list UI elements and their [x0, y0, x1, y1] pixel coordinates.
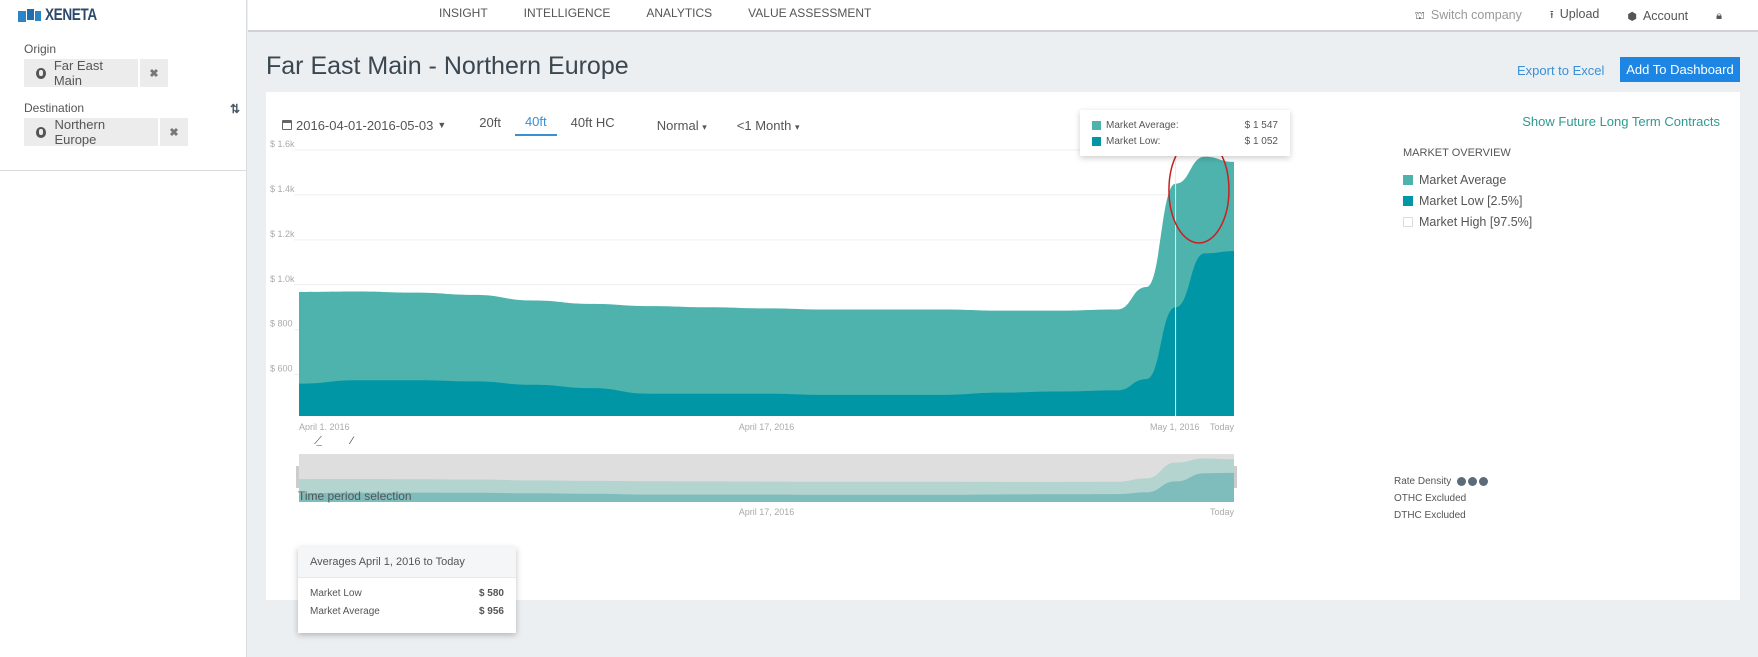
xeneta-logo-icon: [18, 8, 42, 23]
legend-item-low[interactable]: Market Low [2.5%]: [1403, 190, 1532, 211]
brand-logo[interactable]: XENETA: [18, 5, 110, 25]
averages-label: Market Average: [310, 605, 380, 617]
tooltip-value: $ 1 547: [1244, 119, 1278, 131]
tooltip-row-average: Market Average: $ 1 547: [1092, 117, 1278, 133]
origin-value: Far East Main: [53, 58, 103, 88]
nav-value-assessment[interactable]: VALUE ASSESSMENT: [748, 6, 871, 20]
switch-company-label: Switch company: [1430, 7, 1522, 22]
averages-box: Averages April 1, 2016 to Today Market L…: [298, 547, 516, 633]
switch-company-link[interactable]: ⛫ Switch company: [1415, 8, 1522, 24]
line-chart-icon: ⁄: [351, 435, 353, 447]
navigator-tick-label: Today: [1210, 507, 1235, 517]
low-swatch: [1092, 136, 1101, 146]
lock-button[interactable]: 🔒︎: [1716, 8, 1728, 23]
account-link[interactable]: ⬢ Account: [1627, 9, 1688, 23]
export-to-excel-link[interactable]: Export to Excel: [1517, 63, 1604, 78]
legend-swatch: [1403, 195, 1413, 206]
origin-select[interactable]: Far East Main: [24, 58, 138, 88]
navigator-tick-label: April 17, 2016: [739, 507, 795, 517]
rate-density: Rate Density: [1394, 473, 1489, 490]
globe-icon: [36, 67, 46, 79]
navigator-handle-left: [296, 466, 299, 488]
y-tick-label: $ 600: [270, 364, 293, 374]
chart-side-info: Rate Density OTHC Excluded DTHC Excluded: [1394, 473, 1489, 524]
tooltip-label: Market Average:: [1106, 119, 1179, 131]
nav-insight[interactable]: INSIGHT: [439, 6, 488, 20]
destination-value: Northern Europe: [54, 117, 106, 147]
y-tick-label: $ 1.6k: [270, 139, 295, 149]
time-period-label: Time period selection: [298, 489, 412, 503]
x-tick-label: April 17, 2016: [739, 422, 795, 432]
dthc-status: DTHC Excluded: [1394, 510, 1466, 521]
origin-label: Origin: [24, 42, 57, 56]
destination-chip: Northern Europe ✖: [24, 117, 188, 147]
navigator-handle-right: [1234, 466, 1237, 488]
main-nav: INSIGHT INTELLIGENCE ANALYTICS VALUE ASS…: [439, 6, 871, 20]
averages-label: Market Low: [310, 587, 362, 599]
origin-chip: Far East Main ✖: [24, 58, 168, 88]
hover-tooltip: Market Average: $ 1 547 Market Low: $ 1 …: [1080, 110, 1290, 156]
averages-title: Averages April 1, 2016 to Today: [298, 547, 516, 578]
othc-status: OTHC Excluded: [1394, 493, 1467, 504]
chart-panel: 2016-04-01-2016-05-03 ▼ 20ft 40ft 40ft H…: [266, 92, 1740, 633]
average-swatch: [1092, 120, 1101, 130]
y-tick-label: $ 1.2k: [270, 229, 295, 239]
destination-select[interactable]: Northern Europe: [24, 117, 158, 147]
averages-value: $ 580: [478, 587, 504, 599]
y-tick-label: $ 800: [270, 319, 293, 329]
tooltip-label: Market Low:: [1106, 135, 1161, 147]
area-chart-icon: ⟋̲: [314, 434, 322, 447]
building-search-icon: ⛫: [1414, 9, 1425, 22]
sidebar-divider: [0, 170, 247, 171]
legend-label: Market High [97.5%]: [1419, 214, 1533, 229]
brand-name: XENETA: [45, 5, 97, 24]
upload-label: Upload: [1559, 7, 1600, 21]
globe-icon: [36, 126, 47, 138]
legend-swatch: [1403, 174, 1413, 185]
add-to-dashboard-button[interactable]: Add To Dashboard: [1620, 57, 1740, 82]
averages-row-average: Market Average $ 956: [298, 602, 516, 620]
tooltip-value: $ 1 052: [1244, 135, 1278, 147]
averages-value: $ 956: [478, 605, 504, 617]
legend-title: MARKET OVERVIEW: [1403, 147, 1511, 159]
legend-swatch: [1403, 216, 1413, 227]
upload-icon: ⭱: [1549, 9, 1554, 21]
sidebar: XENETA Origin Far East Main ✖ Destinatio…: [0, 0, 247, 657]
swap-icon[interactable]: ⇅: [230, 102, 240, 116]
legend-item-average[interactable]: Market Average: [1403, 169, 1532, 190]
legend-label: Market Low [2.5%]: [1419, 193, 1523, 208]
tooltip-row-low: Market Low: $ 1 052: [1092, 133, 1278, 149]
destination-label: Destination: [24, 101, 85, 115]
averages-row-low: Market Low $ 580: [298, 584, 516, 602]
chart-type-line-button[interactable]: ⁄: [340, 430, 364, 452]
destination-remove-button[interactable]: ✖: [160, 118, 188, 146]
page-title: Far East Main - Northern Europe: [266, 52, 629, 80]
nav-intelligence[interactable]: INTELLIGENCE: [524, 6, 611, 20]
top-bar: INSIGHT INTELLIGENCE ANALYTICS VALUE ASS…: [248, 0, 1758, 32]
legend-item-high[interactable]: Market High [97.5%]: [1403, 211, 1532, 232]
y-tick-label: $ 1.4k: [270, 184, 295, 194]
area-market-average: [299, 156, 1234, 416]
x-tick-label: May 1, 2016: [1150, 422, 1200, 432]
density-dots-icon: [1457, 476, 1489, 486]
lock-icon: 🔒︎: [1716, 10, 1722, 22]
x-tick-label: Today: [1210, 422, 1235, 432]
chart-legend: MARKET OVERVIEW Market Average Market Lo…: [1403, 147, 1532, 232]
nav-analytics[interactable]: ANALYTICS: [646, 6, 712, 20]
chart-type-area-button[interactable]: ⟋̲: [306, 430, 330, 452]
legend-label: Market Average: [1419, 172, 1507, 187]
rate-density-label: Rate Density: [1394, 476, 1452, 487]
y-tick-label: $ 1.0k: [270, 274, 295, 284]
origin-remove-button[interactable]: ✖: [140, 59, 168, 87]
account-label: Account: [1642, 8, 1689, 23]
upload-link[interactable]: ⭱ Upload: [1550, 6, 1599, 25]
cube-icon: ⬢: [1627, 10, 1637, 23]
user-nav: ⛫ Switch company ⭱ Upload ⬢ Account 🔒︎: [1415, 6, 1728, 25]
